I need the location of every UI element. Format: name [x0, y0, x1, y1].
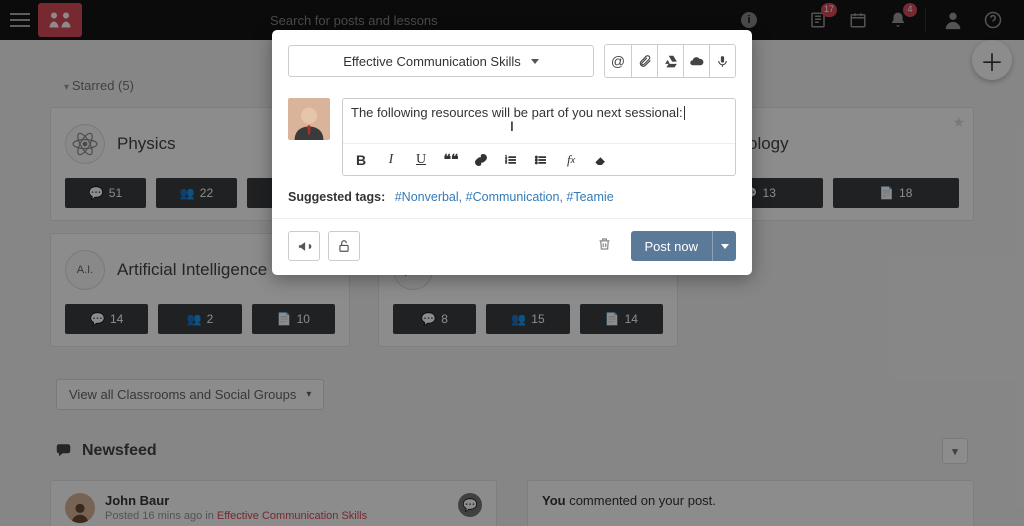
editor-format-toolbar: B I U ❝❝ 123 fx: [343, 143, 735, 175]
bullet-list-button[interactable]: [533, 151, 549, 168]
cloud-icon[interactable]: [683, 45, 709, 77]
post-now-button[interactable]: Post now: [631, 231, 712, 261]
google-drive-icon[interactable]: [657, 45, 683, 77]
post-editor-text[interactable]: The following resources will be part of …: [343, 99, 735, 143]
classroom-selector[interactable]: Effective Communication Skills: [288, 45, 594, 77]
attachment-toolbar: @: [604, 44, 736, 78]
announcement-toggle[interactable]: [288, 231, 320, 261]
divider: [272, 218, 752, 219]
privacy-toggle[interactable]: [328, 231, 360, 261]
underline-button[interactable]: U: [413, 151, 429, 168]
suggested-tag[interactable]: #Teamie: [566, 190, 613, 204]
link-button[interactable]: [473, 151, 489, 168]
suggested-tags: Suggested tags: #Nonverbal, #Communicati…: [288, 190, 736, 204]
author-avatar: [288, 98, 330, 140]
svg-text:3: 3: [505, 160, 507, 164]
microphone-icon[interactable]: [709, 45, 735, 77]
eraser-button[interactable]: [593, 151, 609, 168]
suggested-tag[interactable]: #Communication,: [466, 190, 563, 204]
bold-button[interactable]: B: [353, 151, 369, 168]
compose-post-modal: Effective Communication Skills @: [272, 30, 752, 275]
discard-post-button[interactable]: [597, 236, 617, 257]
ordered-list-button[interactable]: 123: [503, 151, 519, 168]
post-options-dropdown[interactable]: [712, 231, 736, 261]
post-editor[interactable]: The following resources will be part of …: [342, 98, 736, 176]
italic-button[interactable]: I: [383, 151, 399, 168]
formula-button[interactable]: fx: [563, 151, 579, 168]
mention-icon[interactable]: @: [605, 45, 631, 77]
suggested-tag[interactable]: #Nonverbal,: [395, 190, 462, 204]
quote-button[interactable]: ❝❝: [443, 151, 459, 168]
text-cursor-icon: I: [510, 118, 514, 134]
attachment-icon[interactable]: [631, 45, 657, 77]
